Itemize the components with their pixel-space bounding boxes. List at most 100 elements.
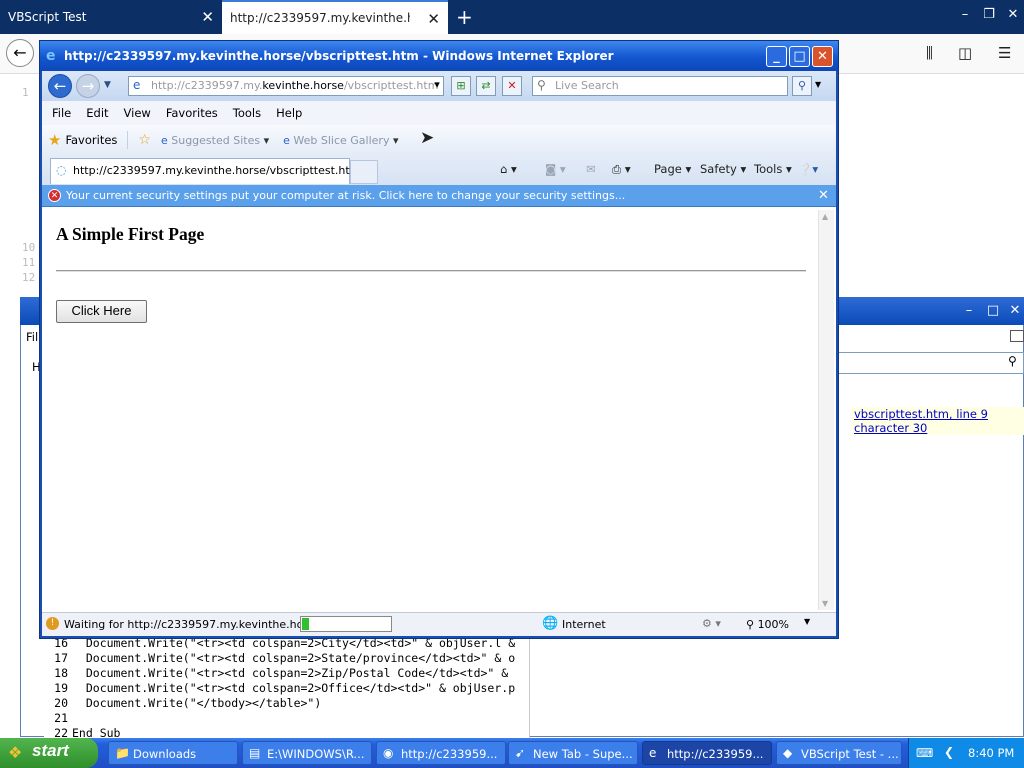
line-number: 1 (22, 86, 29, 99)
scroll-up-icon[interactable]: ▲ (822, 212, 828, 221)
tab-label: VBScript Test (8, 10, 87, 24)
close-icon[interactable]: ✕ (201, 8, 214, 26)
recent-pages-icon[interactable]: ▼ (104, 80, 111, 90)
security-info-bar[interactable]: Your current security settings put your … (42, 185, 836, 207)
mail-icon[interactable]: ✉ (586, 162, 596, 176)
task-vbscript-test[interactable]: ◆ VBScript Test - ... (776, 741, 902, 765)
safety-menu[interactable]: Safety ▾ (700, 162, 746, 176)
suggested-sites-button[interactable]: e Suggested Sites ▾ (161, 134, 269, 147)
editor-menu-file[interactable]: Fil (26, 330, 38, 344)
progress-fill (302, 618, 309, 630)
task-editor[interactable]: ▤ E:\WINDOWS\R... (242, 741, 372, 765)
refresh-icon[interactable]: ⇄ (476, 76, 496, 96)
ie-page-icon: e (283, 133, 290, 147)
code-line: 17 Document.Write("<tr><td colspan=2>Sta… (54, 651, 516, 665)
firefox-icon: ◉ (383, 746, 394, 760)
search-icon[interactable]: ⚲ (1008, 354, 1017, 368)
panel-icon[interactable] (1010, 330, 1024, 342)
menu-edit[interactable]: Edit (86, 106, 108, 120)
print-icon[interactable]: ⎙ ▾ (612, 162, 631, 177)
chevron-down-icon: ▾ (263, 133, 270, 147)
task-firefox[interactable]: ◉ http://c233959... (376, 741, 506, 765)
minimize-icon[interactable]: – (956, 6, 974, 24)
close-icon[interactable]: ✕ (818, 188, 829, 203)
restore-icon[interactable]: ❐ (980, 6, 998, 24)
menu-file[interactable]: File (52, 106, 71, 120)
vertical-scrollbar[interactable]: ▲ ▼ (818, 210, 834, 610)
error-location-link[interactable]: vbscripttest.htm, line 9 character 30 (852, 407, 1024, 435)
code-line: 21 (54, 711, 68, 725)
stop-icon[interactable]: ✕ (502, 76, 522, 96)
search-logo-icon: ⚲ (537, 78, 546, 92)
tools-menu[interactable]: Tools ▾ (754, 162, 792, 176)
back-icon[interactable]: ← (48, 74, 72, 98)
favorites-bar: ★ Favorites ☆ e Suggested Sites ▾ e Web … (42, 125, 836, 155)
close-icon[interactable]: ✕ (1006, 302, 1024, 320)
close-icon[interactable]: ✕ (812, 46, 833, 67)
minimize-icon[interactable]: – (960, 302, 978, 320)
security-zone: Internet (562, 618, 606, 631)
editor-search-input[interactable] (838, 352, 1024, 374)
close-icon[interactable]: ✕ (427, 10, 440, 28)
warning-icon: ✕ (48, 189, 61, 202)
menu-icon[interactable]: ☰ (998, 44, 1011, 62)
forward-icon[interactable]: → (76, 74, 100, 98)
maximize-icon[interactable]: □ (984, 302, 1002, 320)
sidebar-icon[interactable]: ◫ (958, 44, 972, 62)
task-new-tab[interactable]: ➹ New Tab - Supe... (508, 741, 638, 765)
page-warning-icon[interactable]: ! (46, 617, 59, 630)
firefox-tab-vbscript-test[interactable]: VBScript Test ✕ (0, 0, 222, 34)
help-icon[interactable]: ❔▾ (798, 162, 818, 176)
ie-logo-icon: e (46, 48, 56, 64)
address-dropdown-icon[interactable]: ▾ (427, 76, 447, 96)
ie-tab-active[interactable]: http://c2339597.my.kevinthe.horse/vbscri… (50, 158, 360, 184)
ie-title-bar[interactable]: http://c2339597.my.kevinthe.horse/vbscri… (40, 41, 838, 71)
tray-arrow-icon[interactable]: ❮ (944, 745, 954, 759)
code-line: 19 Document.Write("<tr><td colspan=2>Off… (54, 681, 516, 695)
page-menu[interactable]: Page ▾ (654, 162, 691, 176)
search-icon[interactable]: ⚲ (792, 76, 812, 96)
library-icon[interactable]: ⫼ (926, 44, 933, 62)
web-slice-gallery-button[interactable]: e Web Slice Gallery ▾ (283, 134, 398, 147)
loading-icon: ◌ (56, 163, 67, 177)
task-ie[interactable]: e http://c233959... (642, 741, 772, 765)
zoom-level[interactable]: ⚲ 100% (746, 618, 789, 631)
page-content (42, 207, 836, 610)
close-icon[interactable]: ✕ (1004, 6, 1022, 24)
firefox-tab-active-url[interactable]: http://c2339597.my.kevinthe.horse/vb ✕ (222, 0, 448, 34)
menu-view[interactable]: View (124, 106, 151, 120)
clock[interactable]: 8:40 PM (968, 746, 1014, 760)
compatibility-icon[interactable]: ⊞ (451, 76, 471, 96)
star-icon: ★ (48, 131, 62, 149)
scroll-down-icon[interactable]: ▼ (822, 599, 828, 608)
code-editor[interactable]: 16 Document.Write("<tr><td colspan=2>Cit… (44, 636, 530, 740)
address-bar-input[interactable]: http://c2339597.my.kevinthe.horse/vbscri… (128, 76, 444, 96)
mouse-cursor-icon: ➤ (420, 128, 435, 148)
home-icon[interactable]: ⌂ ▾ (500, 162, 517, 176)
chevron-down-icon: ▾ (392, 133, 399, 147)
menu-help[interactable]: Help (276, 106, 302, 120)
zoom-dropdown-icon[interactable]: ▼ (804, 617, 810, 626)
search-options-icon[interactable]: ▼ (815, 80, 821, 89)
progress-bar (300, 616, 392, 632)
feeds-icon[interactable]: ◙ ▾ (545, 162, 566, 176)
add-favorite-icon[interactable]: ☆ (138, 132, 151, 148)
maximize-icon[interactable]: □ (789, 46, 810, 67)
folder-icon: 📁 (115, 746, 130, 760)
menu-favorites[interactable]: Favorites (166, 106, 218, 120)
minimize-icon[interactable]: _ (766, 46, 787, 67)
code-line: 16 Document.Write("<tr><td colspan=2>Cit… (54, 636, 516, 650)
globe-icon: 🌐 (542, 616, 559, 631)
code-line: 20 Document.Write("</tbody></table>") (54, 696, 322, 710)
keyboard-icon[interactable]: ⌨ (916, 746, 933, 760)
click-here-button[interactable]: Click Here (56, 300, 147, 323)
new-tab-button[interactable]: + (456, 5, 473, 29)
task-downloads[interactable]: 📁 Downloads (108, 741, 238, 765)
live-search-input[interactable]: Live Search (532, 76, 788, 96)
new-tab-button[interactable] (350, 160, 378, 184)
protected-mode-icon[interactable]: ⚙ ▾ (702, 617, 721, 630)
menu-tools[interactable]: Tools (233, 106, 261, 120)
page-heading: A Simple First Page (56, 224, 205, 244)
favorites-button[interactable]: ★ Favorites (48, 131, 129, 149)
back-button[interactable]: ← (6, 39, 34, 67)
